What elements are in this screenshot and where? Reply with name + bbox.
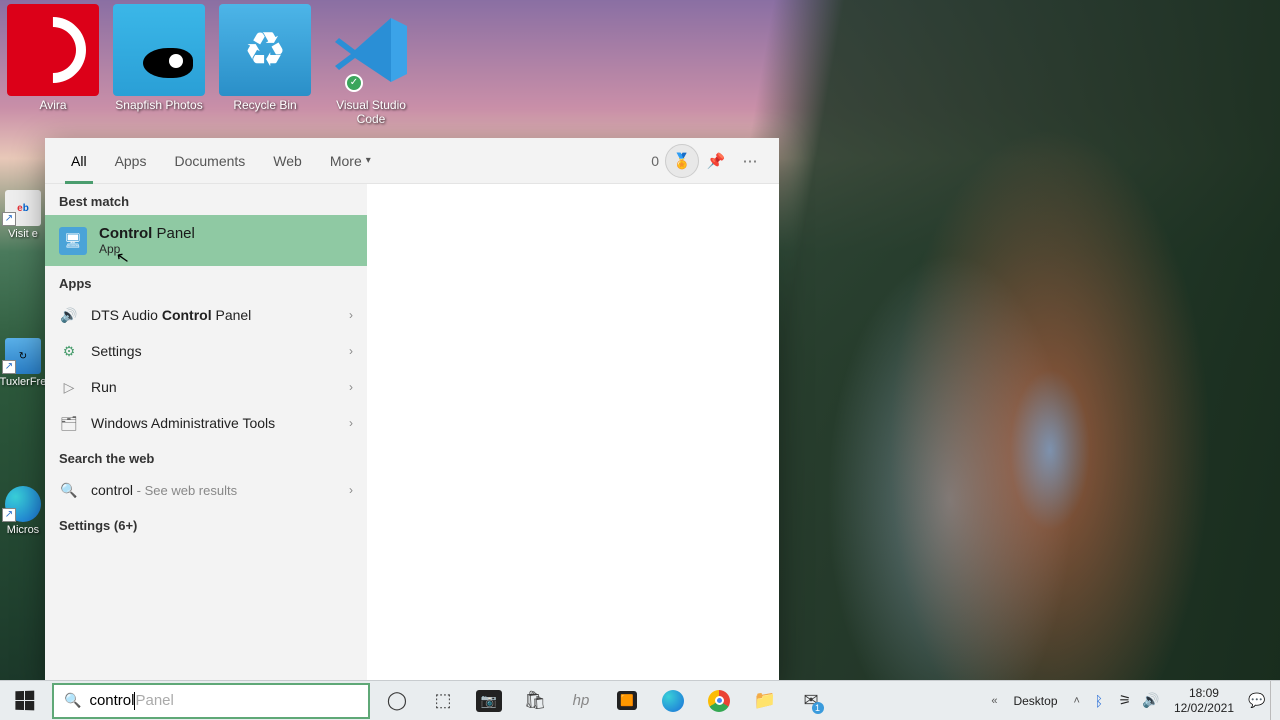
start-button[interactable] — [0, 681, 48, 720]
show-desktop-button[interactable] — [1270, 681, 1276, 720]
vscode-icon — [325, 4, 417, 96]
desktop-icon-recycle-bin[interactable]: Recycle Bin — [216, 4, 314, 126]
taskbar-app-hp[interactable]: hp — [558, 681, 604, 720]
taskbar-app-store[interactable]: 🛍 — [512, 681, 558, 720]
taskbar: 🔍 control Panel ◯ ⬚ 📷 🛍 hp 🟧 📁 ✉1 « Desk… — [0, 680, 1280, 720]
chevron-right-icon: › — [349, 416, 353, 430]
app-result-label: Run — [91, 379, 117, 395]
tray-wifi-icon[interactable]: ⚞ — [1112, 681, 1138, 720]
tray-clock[interactable]: 18:09 12/02/2021 — [1164, 686, 1244, 715]
tab-apps[interactable]: Apps — [101, 138, 161, 184]
desktop-icon-edge[interactable]: ↗ Micros — [2, 486, 44, 536]
tray-bluetooth-icon[interactable]: ᛒ — [1086, 681, 1112, 720]
tray-overflow-button[interactable]: « — [985, 695, 1003, 707]
chevron-right-icon: › — [349, 308, 353, 322]
recycle-bin-icon — [219, 4, 311, 96]
search-typed-text: control — [89, 692, 134, 710]
search-tabs: All Apps Documents Web More▾ 0 🏅 📌 ⋯ — [45, 138, 779, 184]
taskbar-app-edge[interactable] — [650, 681, 696, 720]
tab-more[interactable]: More▾ — [316, 138, 385, 184]
desktop-icon-tuxler[interactable]: ↻ ↗ TuxlerFre — [2, 338, 44, 388]
snapfish-icon — [113, 4, 205, 96]
desktop-icon-ebay[interactable]: eb ↗ Visit e — [2, 190, 44, 240]
taskbar-app-chrome[interactable] — [696, 681, 742, 720]
desktop-icon-label: TuxlerFre — [0, 376, 46, 388]
desktop-icon-avira[interactable]: Avira — [4, 4, 102, 126]
tray-notifications-icon[interactable]: 💬 — [1244, 681, 1270, 720]
section-settings-more[interactable]: Settings (6+) — [45, 508, 367, 539]
system-tray: « Desktop ˄ ᛒ ⚞ 🔊 18:09 12/02/2021 💬 — [985, 681, 1280, 720]
web-result-label: control - See web results — [91, 482, 237, 498]
desktop-icons-row: Avira Snapfish Photos Recycle Bin Visual… — [0, 0, 424, 130]
folder-tools-icon: 🗂 — [59, 413, 79, 433]
taskbar-app-camera[interactable]: 📷 — [466, 681, 512, 720]
chevron-right-icon: › — [349, 380, 353, 394]
run-icon: ▷ — [59, 377, 79, 397]
app-result-settings[interactable]: ⚙ Settings › — [45, 333, 367, 369]
feedback-icon[interactable]: 📌 — [699, 144, 733, 178]
app-result-label: Settings — [91, 343, 142, 359]
taskbar-app-unknown[interactable]: 🟧 — [604, 681, 650, 720]
taskbar-cortana-button[interactable]: ⬚ — [420, 681, 466, 720]
start-search-panel: All Apps Documents Web More▾ 0 🏅 📌 ⋯ Bes… — [45, 138, 779, 684]
app-result-admin-tools[interactable]: 🗂 Windows Administrative Tools › — [45, 405, 367, 441]
app-result-dts-audio[interactable]: 🔊 DTS Audio Control Panel › — [45, 297, 367, 333]
app-result-label: Windows Administrative Tools — [91, 415, 275, 431]
section-best-match-header: Best match — [45, 184, 367, 215]
best-match-result[interactable]: 🖥 Control Panel App — [45, 215, 367, 266]
desktop-icon-vscode[interactable]: Visual Studio Code — [322, 4, 420, 126]
search-results: Best match 🖥 Control Panel App Apps 🔊 DT… — [45, 184, 779, 684]
control-panel-icon: 🖥 — [59, 227, 87, 255]
desktop-icon-label: Recycle Bin — [233, 98, 296, 112]
best-match-subtitle: App — [99, 242, 195, 256]
best-match-title: Control Panel — [99, 225, 195, 242]
search-results-list: Best match 🖥 Control Panel App Apps 🔊 DT… — [45, 184, 367, 684]
app-icon: 🔊 — [59, 305, 79, 325]
tray-date: 12/02/2021 — [1174, 701, 1234, 715]
tray-volume-icon[interactable]: 🔊 — [1138, 681, 1164, 720]
tab-documents[interactable]: Documents — [160, 138, 259, 184]
tray-overflow-chevron[interactable]: ˄ — [1068, 695, 1086, 707]
app-result-label: DTS Audio Control Panel — [91, 307, 251, 323]
desktop-icon-label: Snapfish Photos — [115, 98, 202, 112]
task-view-button[interactable]: ◯ — [374, 681, 420, 720]
taskbar-app-explorer[interactable]: 📁 — [742, 681, 788, 720]
desktop-icon-snapfish[interactable]: Snapfish Photos — [110, 4, 208, 126]
search-icon: 🔍 — [64, 692, 81, 709]
tray-time: 18:09 — [1174, 686, 1234, 700]
app-result-run[interactable]: ▷ Run › — [45, 369, 367, 405]
section-apps-header: Apps — [45, 266, 367, 297]
desktop-icon-label: Visit e — [8, 228, 38, 240]
shortcut-arrow-icon: ↗ — [2, 360, 16, 374]
chevron-down-icon: ▾ — [366, 155, 371, 166]
avira-icon — [7, 4, 99, 96]
tab-all[interactable]: All — [57, 138, 101, 184]
rewards-medal-icon[interactable]: 🏅 — [665, 144, 699, 178]
search-icon: 🔍 — [59, 480, 79, 500]
desktop-icon-label: Avira — [39, 98, 66, 112]
gear-icon: ⚙ — [59, 341, 79, 361]
shortcut-arrow-icon: ↗ — [2, 212, 16, 226]
shortcut-arrow-icon: ↗ — [2, 508, 16, 522]
search-preview-pane — [367, 184, 779, 684]
web-result-control[interactable]: 🔍 control - See web results › — [45, 472, 367, 508]
sync-ok-badge-icon — [345, 74, 363, 92]
desktop-left-column: eb ↗ Visit e ↻ ↗ TuxlerFre ↗ Micros — [2, 190, 44, 536]
chevron-right-icon: › — [349, 344, 353, 358]
desktop-icon-label: Micros — [7, 524, 39, 536]
taskbar-pinned-apps: ◯ ⬚ 📷 🛍 hp 🟧 📁 ✉1 — [374, 681, 834, 720]
taskbar-app-mail[interactable]: ✉1 — [788, 681, 834, 720]
desktop-icon-label: Visual Studio Code — [322, 98, 420, 126]
tab-web[interactable]: Web — [259, 138, 316, 184]
taskbar-search-box[interactable]: 🔍 control Panel — [52, 683, 370, 719]
section-search-web-header: Search the web — [45, 441, 367, 472]
more-options-icon[interactable]: ⋯ — [733, 144, 767, 178]
search-ghost-text: Panel — [135, 692, 173, 710]
windows-logo-icon — [15, 691, 34, 711]
chevron-right-icon: › — [349, 483, 353, 497]
tray-desktop-toggle[interactable]: Desktop — [1003, 694, 1067, 708]
rewards-count: 0 — [651, 153, 659, 169]
